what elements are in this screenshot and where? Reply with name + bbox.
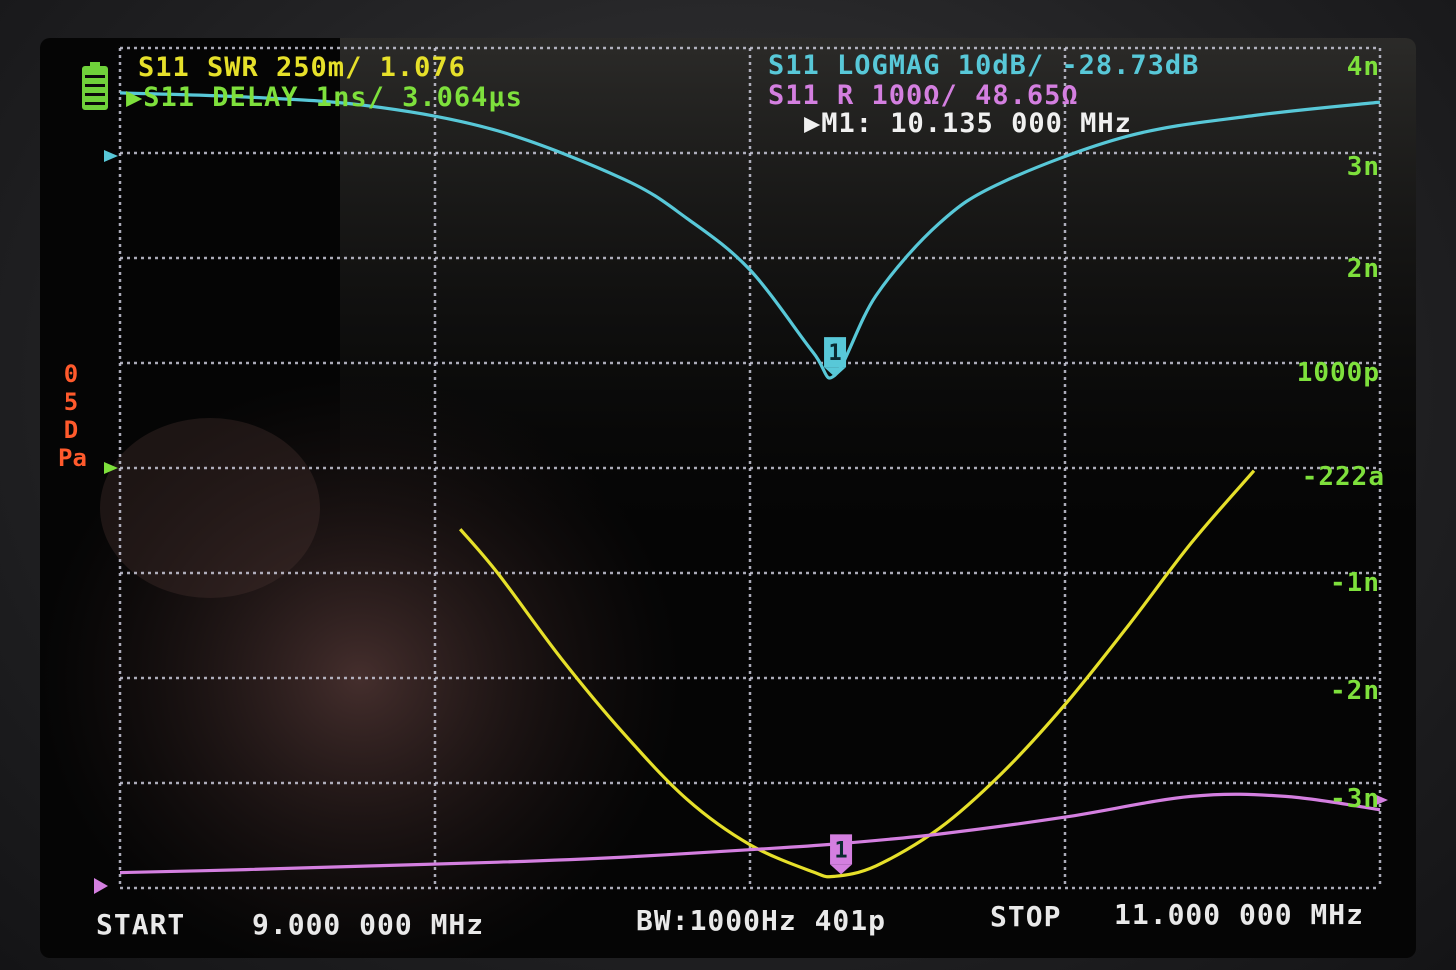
scale-label: 2n	[1346, 254, 1380, 284]
scale-label: -222a	[1301, 462, 1385, 492]
swr-trace	[458, 469, 1256, 879]
swr-trace-label[interactable]: S11 SWR 250m/ 1.076	[138, 52, 466, 83]
vna-screen: 11 S11 SWR 250m/ 1.076 ▶S11 DELAY 1ns/ 3…	[40, 38, 1416, 958]
marker-1-swr: 1	[830, 834, 853, 875]
marker-number: 1	[834, 838, 847, 863]
resistance-reference-arrow	[94, 878, 108, 894]
battery-icon	[82, 62, 108, 110]
scale-label: 4n	[1346, 52, 1380, 82]
scale-label: 1000p	[1296, 358, 1380, 388]
logmag-trace-label[interactable]: S11 LOGMAG 10dB/ -28.73dB	[768, 50, 1199, 81]
marker-1-logmag: 1	[824, 337, 847, 378]
start-label[interactable]: START	[96, 908, 185, 941]
stop-frequency[interactable]: 11.000 000 MHz	[1114, 898, 1364, 931]
marker-readout[interactable]: ▶M1: 10.135 000 MHz	[804, 108, 1132, 139]
delay-trace-label[interactable]: ▶S11 DELAY 1ns/ 3.064µs	[126, 82, 523, 113]
stop-label[interactable]: STOP	[990, 900, 1061, 933]
status-indicator: 0 5 D Pa	[58, 360, 87, 472]
bandwidth-points[interactable]: BW:1000Hz 401p	[636, 904, 886, 937]
status-text: 0 5 D Pa	[58, 360, 87, 472]
scale-label: -2n	[1330, 676, 1380, 706]
scale-label: 3n	[1346, 152, 1380, 182]
marker-number: 1	[828, 341, 841, 366]
grid	[118, 46, 1382, 890]
logmag-reference-arrow	[104, 150, 118, 162]
markers: 11	[824, 337, 853, 875]
start-frequency[interactable]: 9.000 000 MHz	[252, 908, 484, 941]
delay-reference-arrow	[104, 462, 118, 474]
scale-label: -1n	[1330, 568, 1380, 598]
scale-label: -3n	[1330, 784, 1380, 814]
resistance-trace-label[interactable]: S11 R 100Ω/ 48.65Ω	[768, 80, 1079, 111]
plot-area: 11	[94, 46, 1388, 894]
traces	[94, 91, 1388, 894]
